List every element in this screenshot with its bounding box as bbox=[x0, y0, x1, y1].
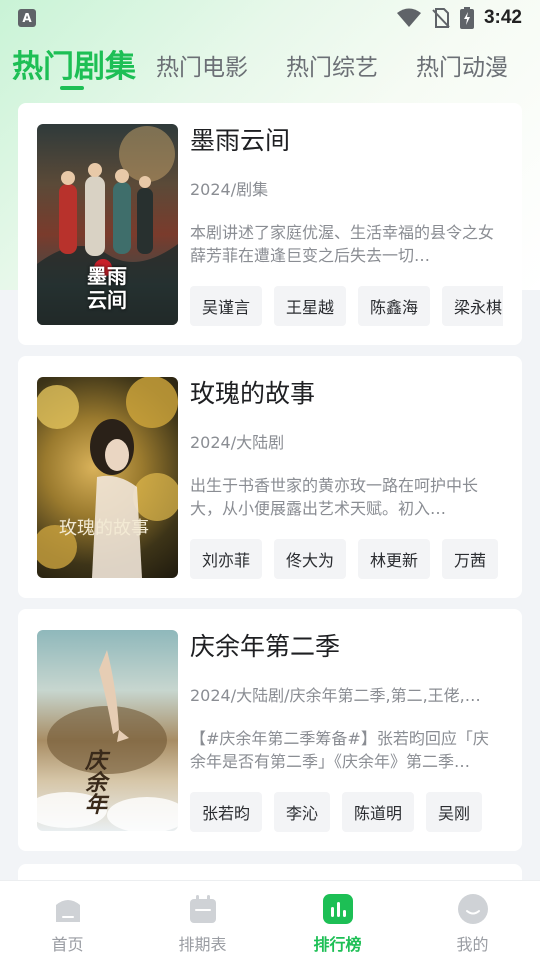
category-tabs: 热门剧集 热门电影 热门综艺 热门动漫 bbox=[0, 42, 540, 92]
nav-item-home[interactable]: 首页 bbox=[0, 881, 135, 960]
cast-chip[interactable]: 李沁 bbox=[274, 792, 331, 832]
no-sim-icon bbox=[432, 8, 450, 28]
cast-chip[interactable]: 张若昀 bbox=[190, 792, 263, 832]
show-title: 墨雨云间 bbox=[190, 126, 291, 155]
poster-title-text: 墨雨云间 bbox=[87, 264, 127, 312]
calendar-icon bbox=[189, 895, 216, 923]
poster-art bbox=[37, 377, 178, 578]
show-poster[interactable]: 墨雨云间 bbox=[37, 124, 178, 325]
poster-title-text: 玫瑰的故事 bbox=[59, 518, 149, 539]
cast-chip[interactable]: 刘亦菲 bbox=[190, 539, 263, 579]
cast-chip[interactable]: 佟大为 bbox=[274, 539, 347, 579]
cast-chip[interactable]: 林更新 bbox=[358, 539, 431, 579]
nav-item-schedule[interactable]: 排期表 bbox=[135, 881, 270, 960]
bottom-nav: 首页 排期表 排行榜 我的 bbox=[0, 880, 540, 960]
cast-list: 张若昀 李沁 陈道明 吴刚 bbox=[190, 792, 503, 832]
active-tab-indicator bbox=[60, 86, 84, 90]
show-description: 本剧讲述了家庭优渥、生活幸福的县令之女薛芳菲在遭逢巨变之后失去一切… bbox=[190, 223, 494, 265]
show-description: 出生于书香世家的黄亦玫一路在呵护中长大，从小便展露出艺术天赋。初入… bbox=[190, 476, 479, 518]
tab-hot-anime[interactable]: 热门动漫 bbox=[416, 48, 508, 82]
nav-label: 排行榜 bbox=[313, 935, 362, 954]
cast-chip[interactable]: 吴刚 bbox=[426, 792, 483, 832]
cast-chip[interactable]: 陈鑫海 bbox=[358, 286, 431, 326]
show-poster[interactable]: 玫瑰的故事 bbox=[37, 377, 178, 578]
home-icon bbox=[55, 900, 80, 922]
cast-chip[interactable]: 梁永棋 bbox=[442, 286, 503, 326]
tab-hot-variety[interactable]: 热门综艺 bbox=[286, 48, 378, 82]
cast-list: 吴谨言 王星越 陈鑫海 梁永棋 bbox=[190, 286, 503, 326]
nav-label: 我的 bbox=[456, 935, 489, 954]
show-card[interactable]: 庆余年 庆余年第二季 2024/大陆剧/庆余年第二季,第二,王佬,… 【#庆余年… bbox=[18, 609, 522, 851]
battery-charging-icon bbox=[459, 7, 474, 29]
show-meta: 2024/剧集 bbox=[190, 180, 269, 199]
show-title: 庆余年第二季 bbox=[190, 632, 341, 661]
cast-chip[interactable]: 吴谨言 bbox=[190, 286, 263, 326]
cast-chip[interactable]: 万茜 bbox=[442, 539, 499, 579]
cast-chip[interactable]: 王星越 bbox=[274, 286, 347, 326]
cast-chip[interactable]: 陈道明 bbox=[342, 792, 415, 832]
nav-item-ranking[interactable]: 排行榜 bbox=[270, 881, 405, 960]
tab-hot-series[interactable]: 热门剧集 bbox=[12, 41, 136, 86]
show-card[interactable]: 玫瑰的故事 玫瑰的故事 2024/大陆剧 出生于书香世家的黄亦玫一路在呵护中长大… bbox=[18, 356, 522, 598]
clock-time: 3:42 bbox=[483, 7, 522, 28]
show-title: 玫瑰的故事 bbox=[190, 379, 316, 408]
cast-list: 刘亦菲 佟大为 林更新 万茜 bbox=[190, 539, 503, 579]
show-card[interactable]: 墨雨云间 墨雨云间 2024/剧集 本剧讲述了家庭优渥、生活幸福的县令之女薛芳菲… bbox=[18, 103, 522, 345]
wifi-icon bbox=[396, 8, 421, 27]
show-poster[interactable]: 庆余年 bbox=[37, 630, 178, 831]
show-meta: 2024/大陆剧/庆余年第二季,第二,王佬,… bbox=[190, 686, 481, 705]
app-notification-icon: A bbox=[18, 9, 36, 27]
chart-icon bbox=[322, 894, 353, 924]
nav-item-profile[interactable]: 我的 bbox=[405, 881, 540, 960]
profile-icon bbox=[457, 894, 488, 924]
nav-label: 首页 bbox=[51, 935, 84, 954]
poster-title-text: 庆余年 bbox=[85, 748, 108, 818]
status-bar: A 3:42 bbox=[0, 0, 540, 36]
nav-label: 排期表 bbox=[178, 935, 227, 954]
show-description: 【#庆余年第二季筹备#】张若昀回应「庆余年是否有第二季」《庆余年》第二季… bbox=[190, 729, 489, 771]
tab-hot-movies[interactable]: 热门电影 bbox=[156, 48, 248, 82]
show-meta: 2024/大陆剧 bbox=[190, 433, 285, 452]
